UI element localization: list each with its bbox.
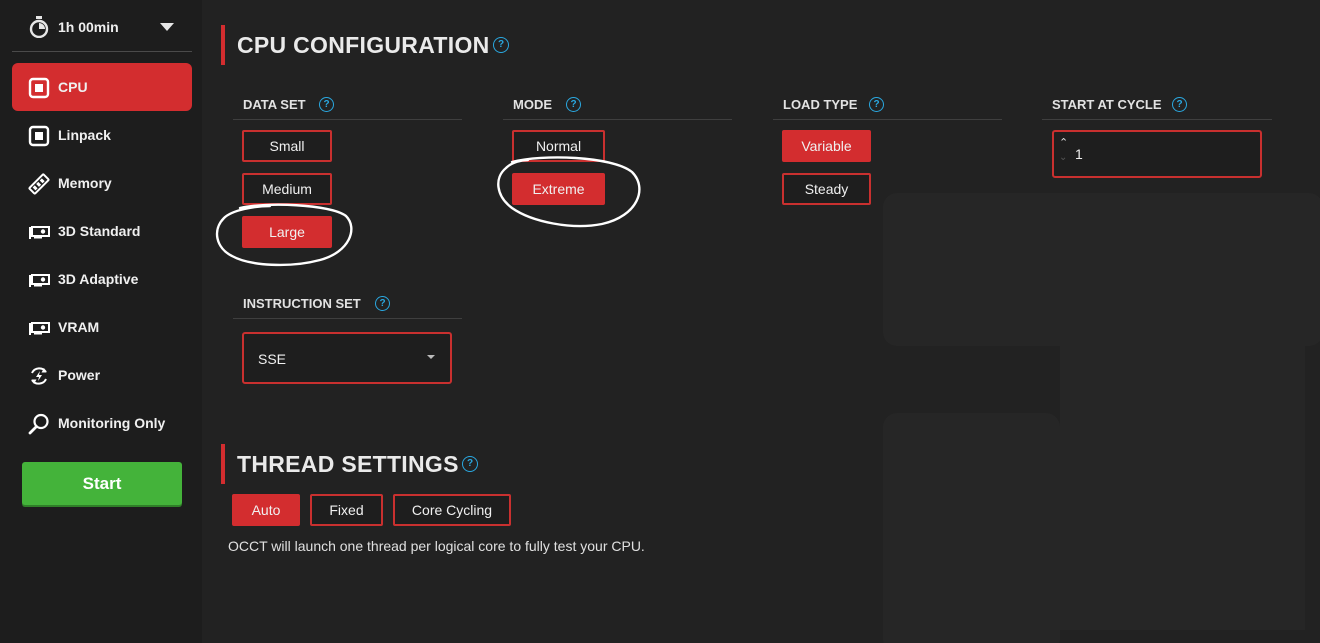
divider <box>773 119 1002 120</box>
help-icon[interactable]: ? <box>566 97 581 112</box>
gpu-card-icon <box>29 274 50 287</box>
help-icon[interactable]: ? <box>493 37 509 53</box>
gpu-card-icon <box>29 322 50 335</box>
load-type-variable-button[interactable]: Variable <box>782 130 871 162</box>
mode-extreme-button[interactable]: Extreme <box>512 173 605 205</box>
sidebar-item-memory[interactable]: Memory <box>12 159 192 207</box>
thread-settings-title: THREAD SETTINGS <box>237 451 459 477</box>
start-at-cycle-input[interactable]: ⌃ ⌄ 1 <box>1052 130 1262 178</box>
help-icon[interactable]: ? <box>869 97 884 112</box>
data-set-large-button[interactable]: Large <box>242 216 332 248</box>
sidebar-item-monitoring-only[interactable]: Monitoring Only <box>12 399 192 447</box>
section-accent-bar <box>221 444 225 484</box>
sidebar-item-label: 3D Standard <box>58 223 141 239</box>
sidebar-item-power[interactable]: Power <box>12 351 192 399</box>
chevron-down-icon[interactable] <box>160 23 174 31</box>
instruction-set-select[interactable]: SSE <box>242 332 452 384</box>
sidebar-item-label: Memory <box>58 175 112 191</box>
data-set-small-button[interactable]: Small <box>242 130 332 162</box>
sidebar-item-label: Monitoring Only <box>58 415 166 431</box>
instruction-set-value: SSE <box>258 351 287 367</box>
thread-core-cycling-button[interactable]: Core Cycling <box>393 494 511 526</box>
mode-normal-button[interactable]: Normal <box>512 130 605 162</box>
sidebar-item-cpu[interactable]: CPU <box>12 63 192 111</box>
start-at-cycle-value: 1 <box>1075 146 1083 162</box>
help-icon[interactable]: ? <box>319 97 334 112</box>
stopwatch-icon <box>29 16 49 38</box>
cpu-configuration-title: CPU CONFIGURATION <box>237 32 490 58</box>
test-duration-dropdown[interactable]: 1h 00min <box>12 6 192 52</box>
spin-down-icon[interactable]: ⌄ <box>1059 152 1067 163</box>
sidebar-item-label: CPU <box>58 79 88 95</box>
data-set-label: DATA SET <box>243 97 306 112</box>
sidebar-item-label: 3D Adaptive <box>58 271 139 287</box>
thread-fixed-button[interactable]: Fixed <box>310 494 383 526</box>
divider <box>1042 119 1272 120</box>
sidebar-item-linpack[interactable]: Linpack <box>12 111 192 159</box>
sidebar-item-label: VRAM <box>58 319 100 335</box>
background-panel <box>883 413 1060 643</box>
background-panel <box>883 193 1320 346</box>
mode-label: MODE <box>513 97 552 112</box>
test-duration-label: 1h 00min <box>58 19 119 35</box>
sidebar-item-3d-standard[interactable]: 3D Standard <box>12 207 192 255</box>
sidebar-item-label: Linpack <box>58 127 111 143</box>
instruction-set-label: INSTRUCTION SET <box>243 296 361 311</box>
cpu-chip-icon <box>28 77 50 99</box>
divider <box>503 119 732 120</box>
sidebar: 1h 00min CPU Linpack Memory 3D Standard … <box>0 0 202 643</box>
memory-stick-icon <box>28 173 50 195</box>
load-type-steady-button[interactable]: Steady <box>782 173 871 205</box>
divider <box>233 119 462 120</box>
divider <box>233 318 462 319</box>
help-icon[interactable]: ? <box>462 456 478 472</box>
load-type-label: LOAD TYPE <box>783 97 858 112</box>
spin-up-icon[interactable]: ⌃ <box>1059 136 1068 149</box>
thread-settings-description: OCCT will launch one thread per logical … <box>228 538 645 554</box>
cpu-chip-icon <box>28 125 50 147</box>
thread-auto-button[interactable]: Auto <box>232 494 300 526</box>
start-button[interactable]: Start <box>22 462 182 505</box>
power-cycle-icon <box>31 367 47 385</box>
chevron-down-icon <box>427 355 435 359</box>
sidebar-item-label: Power <box>58 367 101 383</box>
section-accent-bar <box>221 25 225 65</box>
help-icon[interactable]: ? <box>375 296 390 311</box>
gpu-card-icon <box>29 226 50 239</box>
start-at-cycle-label: START AT CYCLE <box>1052 97 1162 112</box>
sidebar-item-vram[interactable]: VRAM <box>12 303 192 351</box>
magnifier-icon <box>28 413 49 435</box>
help-icon[interactable]: ? <box>1172 97 1187 112</box>
data-set-medium-button[interactable]: Medium <box>242 173 332 205</box>
sidebar-item-3d-adaptive[interactable]: 3D Adaptive <box>12 255 192 303</box>
background-panel <box>1060 345 1305 630</box>
